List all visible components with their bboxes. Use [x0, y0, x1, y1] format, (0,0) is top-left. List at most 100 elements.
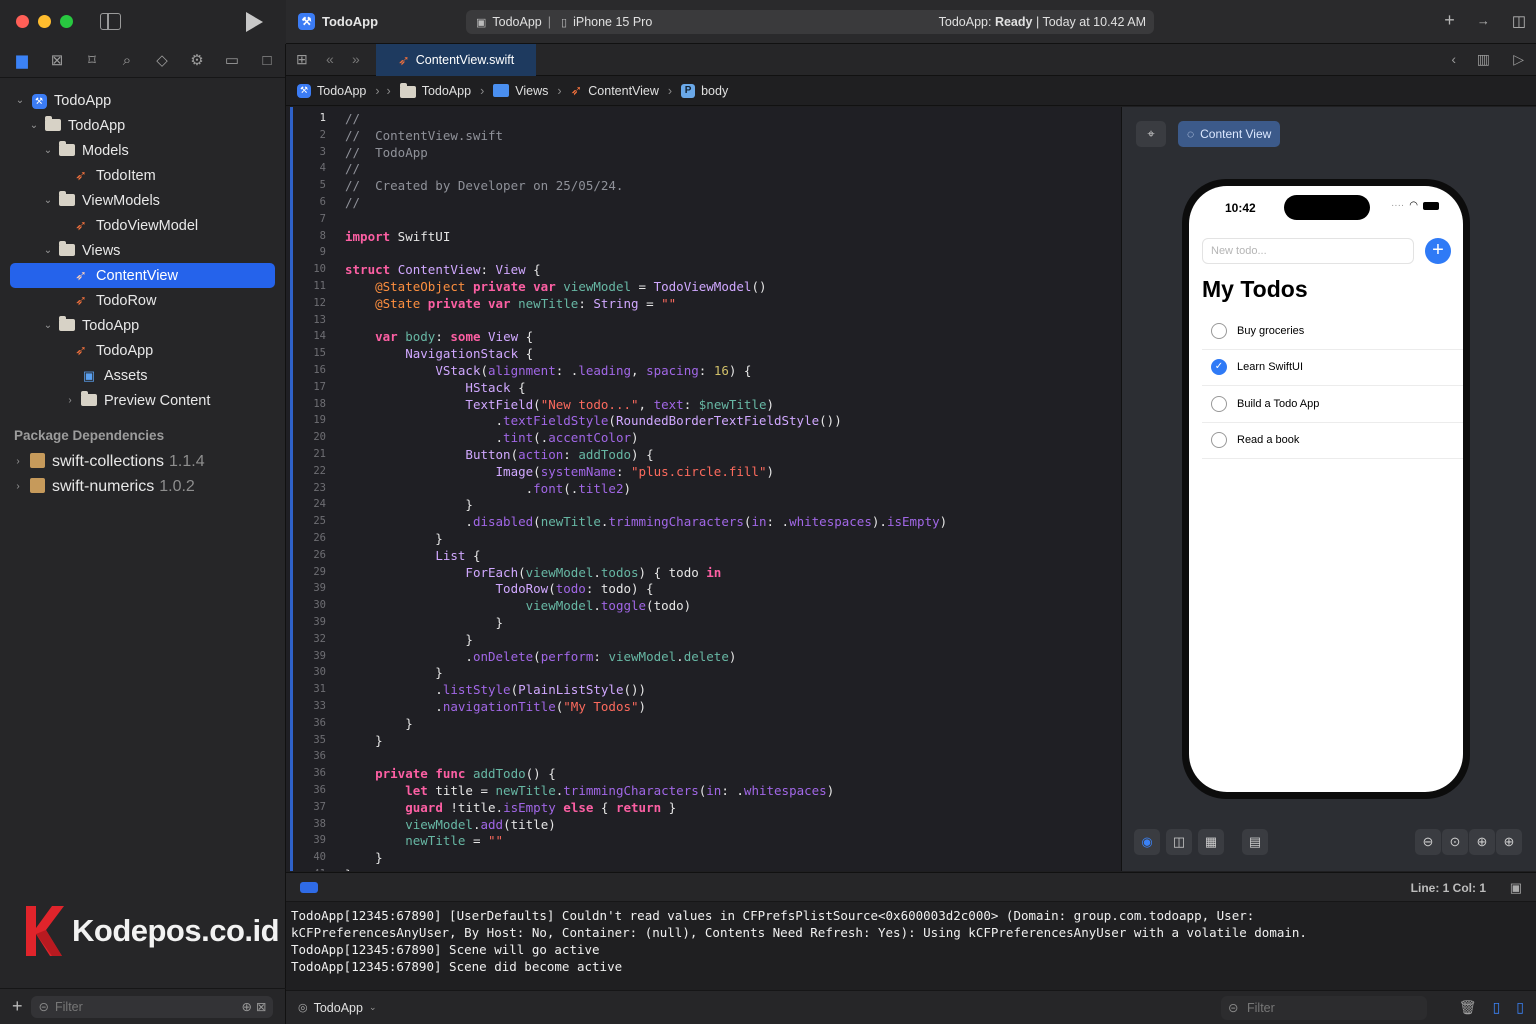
- bookmark-icon[interactable]: ⌑: [83, 52, 101, 69]
- chevron-right-icon[interactable]: ›: [12, 456, 24, 467]
- code-line[interactable]: 39 TodoRow(todo: todo) {: [286, 580, 1121, 597]
- code-line[interactable]: 21 Button(action: addTodo) {: [286, 446, 1121, 463]
- code-line[interactable]: 36 let title = newTitle.trimmingCharacte…: [286, 782, 1121, 799]
- code-line[interactable]: 17 HStack {: [286, 379, 1121, 396]
- chevron-down-icon[interactable]: ⌄: [42, 145, 54, 156]
- code-line[interactable]: 12 @State private var newTitle: String =…: [286, 295, 1121, 312]
- forward-arrow-icon[interactable]: →: [1477, 13, 1490, 28]
- breadcrumb-project[interactable]: TodoApp: [317, 84, 366, 98]
- code-line[interactable]: 3 // TodoApp: [286, 144, 1121, 161]
- code-line[interactable]: 15 NavigationStack {: [286, 345, 1121, 362]
- code-line[interactable]: 37 guard !title.isEmpty else { return }: [286, 799, 1121, 816]
- trash-icon[interactable]: 🗑: [1459, 999, 1477, 1016]
- sidebar-item-todoapp[interactable]: ⌄ TodoApp: [0, 113, 285, 138]
- todo-row[interactable]: Read a book: [1202, 423, 1463, 459]
- canvas-toggle-icon[interactable]: ▷: [1513, 51, 1524, 68]
- code-line[interactable]: 5 // Created by Developer on 25/05/24.: [286, 177, 1121, 194]
- code-line[interactable]: 4 //: [286, 160, 1121, 177]
- breakpoints-icon[interactable]: [300, 882, 318, 893]
- code-line[interactable]: 30 viewModel.toggle(todo): [286, 597, 1121, 614]
- code-line[interactable]: 32 }: [286, 631, 1121, 648]
- minimize-window-button[interactable]: [38, 15, 51, 28]
- sidebar-item-todoviewmodel[interactable]: ➶ TodoViewModel: [0, 213, 285, 238]
- editor-options-icon[interactable]: ▥: [1477, 51, 1490, 68]
- code-line[interactable]: 14 var body: some View {: [286, 328, 1121, 345]
- toggle-navigator-icon[interactable]: [100, 13, 121, 30]
- grid-icon[interactable]: ⊞: [296, 51, 308, 68]
- chevron-down-icon[interactable]: ⌄: [42, 320, 54, 331]
- checkmark-circle-icon[interactable]: ✓: [1211, 359, 1227, 376]
- chevron-down-icon[interactable]: ⌄: [14, 95, 26, 106]
- console-output[interactable]: TodoApp[12345:67890] [UserDefaults] Coul…: [286, 903, 1536, 990]
- sidebar-item-views[interactable]: ⌄ Views: [0, 238, 285, 263]
- code-line[interactable]: 23 .font(.title2): [286, 480, 1121, 497]
- folder-navigator-icon[interactable]: ▆: [13, 52, 31, 69]
- code-line[interactable]: 39 }: [286, 614, 1121, 631]
- navigator-filter-field[interactable]: ⊝ Filter ⊕ ⊠: [30, 995, 273, 1018]
- add-todo-button[interactable]: +: [1425, 238, 1451, 264]
- device-selector[interactable]: ▯ iPhone 15 Pro: [551, 15, 652, 29]
- code-line[interactable]: 16 VStack(alignment: .leading, spacing: …: [286, 362, 1121, 379]
- code-line[interactable]: 40 }: [286, 849, 1121, 866]
- code-line[interactable]: 29 ForEach(viewModel.todos) { todo in: [286, 564, 1121, 581]
- sidebar-item-todoapp[interactable]: ➶ TodoApp: [0, 338, 285, 363]
- code-line[interactable]: 10 struct ContentView: View {: [286, 261, 1121, 278]
- empty-circle-icon[interactable]: [1211, 432, 1227, 449]
- chevron-right-icon[interactable]: ›: [64, 395, 76, 406]
- empty-circle-icon[interactable]: [1211, 395, 1227, 412]
- todo-row[interactable]: ✓ Learn SwiftUI: [1202, 350, 1463, 386]
- breadcrumb-views[interactable]: Views: [515, 84, 548, 98]
- add-icon[interactable]: +: [1444, 10, 1455, 31]
- code-line[interactable]: 26 List {: [286, 547, 1121, 564]
- code-line[interactable]: 6 //: [286, 194, 1121, 211]
- console-filter-field[interactable]: ⊝ Filter: [1221, 996, 1427, 1020]
- code-line[interactable]: 24 }: [286, 496, 1121, 513]
- zoom-fit-icon[interactable]: ⊕: [1469, 829, 1495, 855]
- report-icon[interactable]: □: [258, 52, 276, 69]
- pin-icon[interactable]: ⌖: [1136, 121, 1166, 147]
- content-view-preview-button[interactable]: ◌ Content View: [1178, 121, 1281, 147]
- sidebar-item-assets[interactable]: ▣ Assets: [0, 363, 285, 388]
- forward-icon[interactable]: »: [352, 51, 360, 67]
- code-line[interactable]: 9: [286, 244, 1121, 261]
- empty-circle-icon[interactable]: [1211, 322, 1227, 339]
- split-right-icon[interactable]: ▯: [1516, 999, 1524, 1016]
- code-line[interactable]: 30 }: [286, 664, 1121, 681]
- inspector-toggle-icon[interactable]: ◫: [1512, 12, 1526, 30]
- breadcrumb-group[interactable]: TodoApp: [422, 84, 471, 98]
- package-swift-collections[interactable]: › swift-collections 1.1.4: [0, 449, 285, 474]
- sidebar-item-preview-content[interactable]: › Preview Content: [0, 388, 285, 413]
- device-settings-icon[interactable]: ▤: [1242, 829, 1268, 855]
- test-icon[interactable]: ⚙: [188, 52, 206, 69]
- sidebar-item-models[interactable]: ⌄ Models: [0, 138, 285, 163]
- live-mode-icon[interactable]: ◉: [1134, 829, 1160, 855]
- breadcrumb-file[interactable]: ContentView: [588, 84, 659, 98]
- code-line[interactable]: 7: [286, 211, 1121, 228]
- sidebar-item-todorow[interactable]: ➶ TodoRow: [0, 288, 285, 313]
- todo-row[interactable]: Build a Todo App: [1202, 386, 1463, 423]
- code-line[interactable]: 22 Image(systemName: "plus.circle.fill"): [286, 463, 1121, 480]
- code-line[interactable]: 36 private func addTodo() {: [286, 765, 1121, 782]
- tab-contentview[interactable]: ➶ ContentView.swift: [376, 44, 536, 76]
- code-line[interactable]: 26 }: [286, 530, 1121, 547]
- zoom-window-button[interactable]: [60, 15, 73, 28]
- zoom-out-icon[interactable]: ⊖: [1415, 829, 1441, 855]
- back-icon[interactable]: «: [326, 51, 334, 67]
- chevron-down-icon[interactable]: ⌄: [28, 120, 40, 131]
- source-control-icon[interactable]: ⊠: [48, 52, 66, 69]
- chevron-down-icon[interactable]: ⌄: [42, 195, 54, 206]
- scheme-selector[interactable]: ▣ TodoApp |: [466, 15, 551, 29]
- breadcrumb-symbol[interactable]: body: [701, 84, 728, 98]
- chevron-right-icon[interactable]: ›: [12, 481, 24, 492]
- activity-viewer[interactable]: ▣ TodoApp | ▯ iPhone 15 Pro TodoApp: Rea…: [466, 10, 1154, 34]
- code-line[interactable]: 41}: [286, 866, 1121, 871]
- code-line[interactable]: 36: [286, 748, 1121, 765]
- split-left-icon[interactable]: ▯: [1493, 999, 1501, 1016]
- close-window-button[interactable]: [16, 15, 29, 28]
- code-line[interactable]: 18 TextField("New todo...", text: $newTi…: [286, 396, 1121, 413]
- code-line[interactable]: 35 }: [286, 732, 1121, 749]
- code-line[interactable]: 25 .disabled(newTitle.trimmingCharacters…: [286, 513, 1121, 530]
- add-file-icon[interactable]: +: [12, 996, 23, 1017]
- chevron-down-icon[interactable]: ⌄: [42, 245, 54, 256]
- code-line[interactable]: 2 // ContentView.swift: [286, 127, 1121, 144]
